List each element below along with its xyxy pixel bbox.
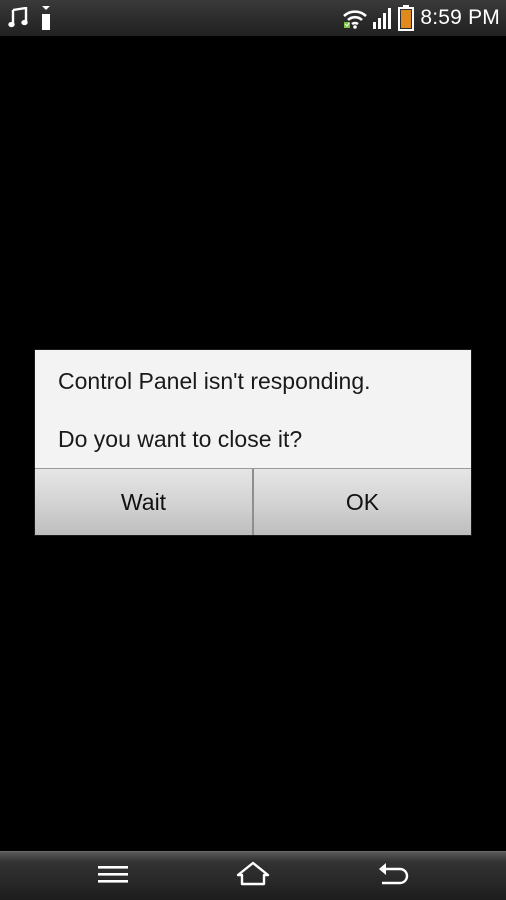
home-button[interactable] xyxy=(213,852,293,900)
not-responding-dialog: Control Panel isn't responding. Do you w… xyxy=(35,350,471,535)
dialog-body: Control Panel isn't responding. Do you w… xyxy=(35,350,471,468)
screen: 8:59 PM Control Panel isn't responding. … xyxy=(0,0,506,900)
music-note-icon xyxy=(8,7,30,29)
battery-icon xyxy=(398,5,415,31)
signal-icon xyxy=(372,7,394,29)
home-icon xyxy=(235,861,271,892)
menu-icon xyxy=(98,864,128,889)
back-button[interactable] xyxy=(353,852,433,900)
wifi-icon xyxy=(342,7,368,29)
status-bar: 8:59 PM xyxy=(0,0,506,36)
status-time: 8:59 PM xyxy=(420,6,500,29)
dialog-message: Control Panel isn't responding. xyxy=(58,368,371,394)
ok-button[interactable]: OK xyxy=(254,469,471,535)
back-icon xyxy=(376,861,410,892)
wait-button[interactable]: Wait xyxy=(35,469,254,535)
usb-icon xyxy=(40,5,52,31)
dialog-question: Do you want to close it? xyxy=(58,426,303,452)
status-right-icons: 8:59 PM xyxy=(342,4,500,32)
navigation-bar xyxy=(0,851,506,900)
status-left-icons xyxy=(8,4,52,32)
menu-button[interactable] xyxy=(73,852,153,900)
dialog-buttons: Wait OK xyxy=(35,468,471,535)
